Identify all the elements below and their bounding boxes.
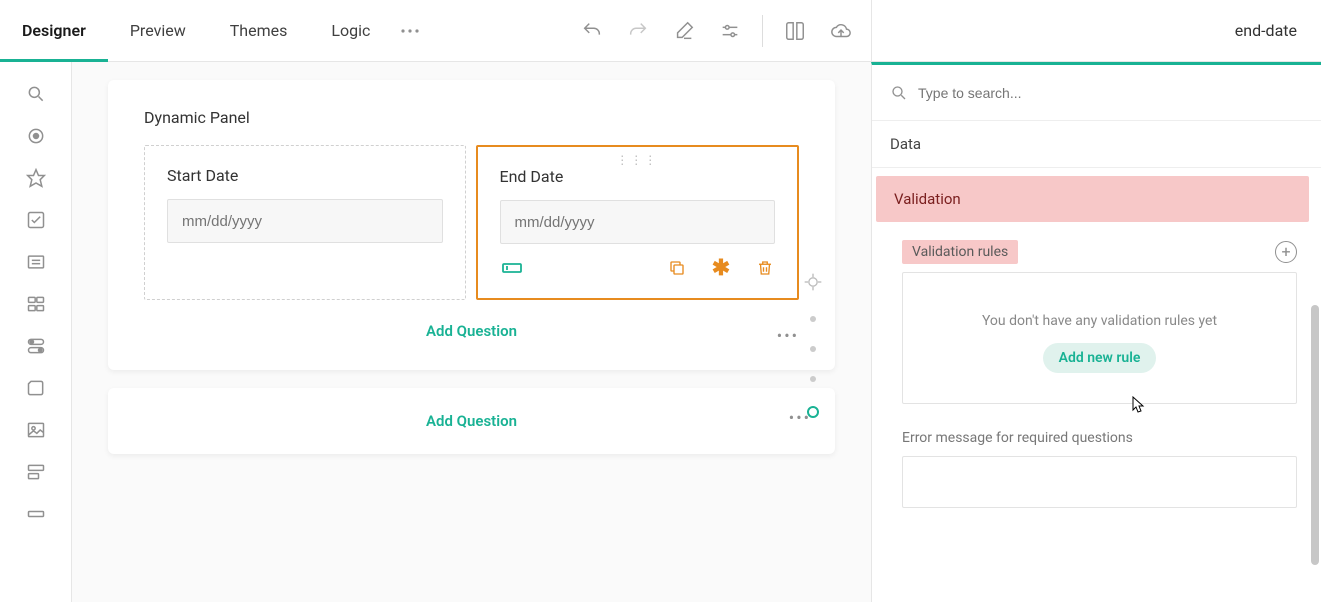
eraser-icon[interactable] (664, 11, 704, 51)
date-input[interactable] (500, 200, 776, 244)
toolbox-rail (0, 62, 72, 602)
property-panel: Data Validation Validation rules + You d… (871, 62, 1321, 602)
dynamic-panel[interactable]: Dynamic Panel Start Date ⋮⋮⋮ End Date (108, 80, 835, 370)
delete-icon[interactable] (755, 258, 775, 278)
image-icon[interactable] (24, 418, 48, 442)
scrollbar[interactable] (1311, 305, 1319, 602)
question-label[interactable]: End Date (500, 167, 776, 186)
star-icon[interactable] (24, 166, 48, 190)
required-error-label: Error message for required questions (902, 430, 1297, 446)
input-type-icon[interactable] (502, 258, 522, 278)
tab-themes[interactable]: Themes (208, 0, 310, 61)
drag-handle-icon[interactable]: ⋮⋮⋮ (616, 153, 658, 167)
section-validation[interactable]: Validation (876, 176, 1309, 222)
question-label[interactable]: Start Date (167, 166, 443, 185)
top-tabs: Designer Preview Themes Logic (0, 0, 392, 61)
tab-logic[interactable]: Logic (309, 0, 392, 61)
adorner-rail (803, 272, 823, 418)
question-start-date[interactable]: Start Date (144, 145, 466, 300)
duplicate-icon[interactable] (667, 258, 687, 278)
empty-rules-text: You don't have any validation rules yet (923, 313, 1276, 329)
toolbar-separator (762, 15, 763, 47)
selected-element-name: end-date (1235, 21, 1297, 40)
property-search-input[interactable] (918, 85, 1303, 101)
adorner-dot[interactable] (810, 316, 816, 322)
radio-icon[interactable] (24, 124, 48, 148)
required-error-input[interactable] (902, 456, 1297, 508)
locate-icon[interactable] (803, 272, 823, 292)
text-icon[interactable] (24, 502, 48, 526)
adorner-active-icon[interactable] (807, 406, 819, 418)
redo-icon[interactable] (618, 11, 658, 51)
undo-icon[interactable] (572, 11, 612, 51)
validation-rules-box: You don't have any validation rules yet … (902, 272, 1297, 404)
book-icon[interactable] (775, 11, 815, 51)
add-question-button[interactable]: Add Question (426, 412, 517, 430)
required-icon[interactable]: ✱ (711, 258, 731, 278)
section-data[interactable]: Data (872, 121, 1321, 168)
page-card[interactable]: Add Question ••• (108, 388, 835, 454)
settings-icon[interactable] (710, 11, 750, 51)
panel-title[interactable]: Dynamic Panel (144, 108, 799, 127)
question-end-date[interactable]: ⋮⋮⋮ End Date ✱ (476, 145, 800, 300)
checkbox-icon[interactable] (24, 208, 48, 232)
more-tabs-icon[interactable] (392, 29, 428, 33)
designer-canvas[interactable]: Dynamic Panel Start Date ⋮⋮⋮ End Date (72, 62, 871, 602)
toggle-icon[interactable] (24, 334, 48, 358)
add-rule-icon[interactable]: + (1275, 241, 1297, 263)
add-question-button[interactable]: Add Question (426, 322, 517, 340)
panel-more-icon[interactable]: ••• (777, 326, 799, 345)
tab-preview[interactable]: Preview (108, 0, 208, 61)
search-icon[interactable] (24, 82, 48, 106)
adorner-dot[interactable] (810, 376, 816, 382)
add-new-rule-button[interactable]: Add new rule (1043, 343, 1157, 373)
dropdown-icon[interactable] (24, 250, 48, 274)
date-input[interactable] (167, 199, 443, 243)
validation-rules-label: Validation rules (902, 240, 1018, 264)
comment-icon[interactable] (24, 460, 48, 484)
cloud-upload-icon[interactable] (821, 11, 861, 51)
matrix-icon[interactable] (24, 292, 48, 316)
adorner-dot[interactable] (810, 346, 816, 352)
search-icon (890, 84, 908, 102)
file-icon[interactable] (24, 376, 48, 400)
tab-designer[interactable]: Designer (0, 0, 108, 61)
